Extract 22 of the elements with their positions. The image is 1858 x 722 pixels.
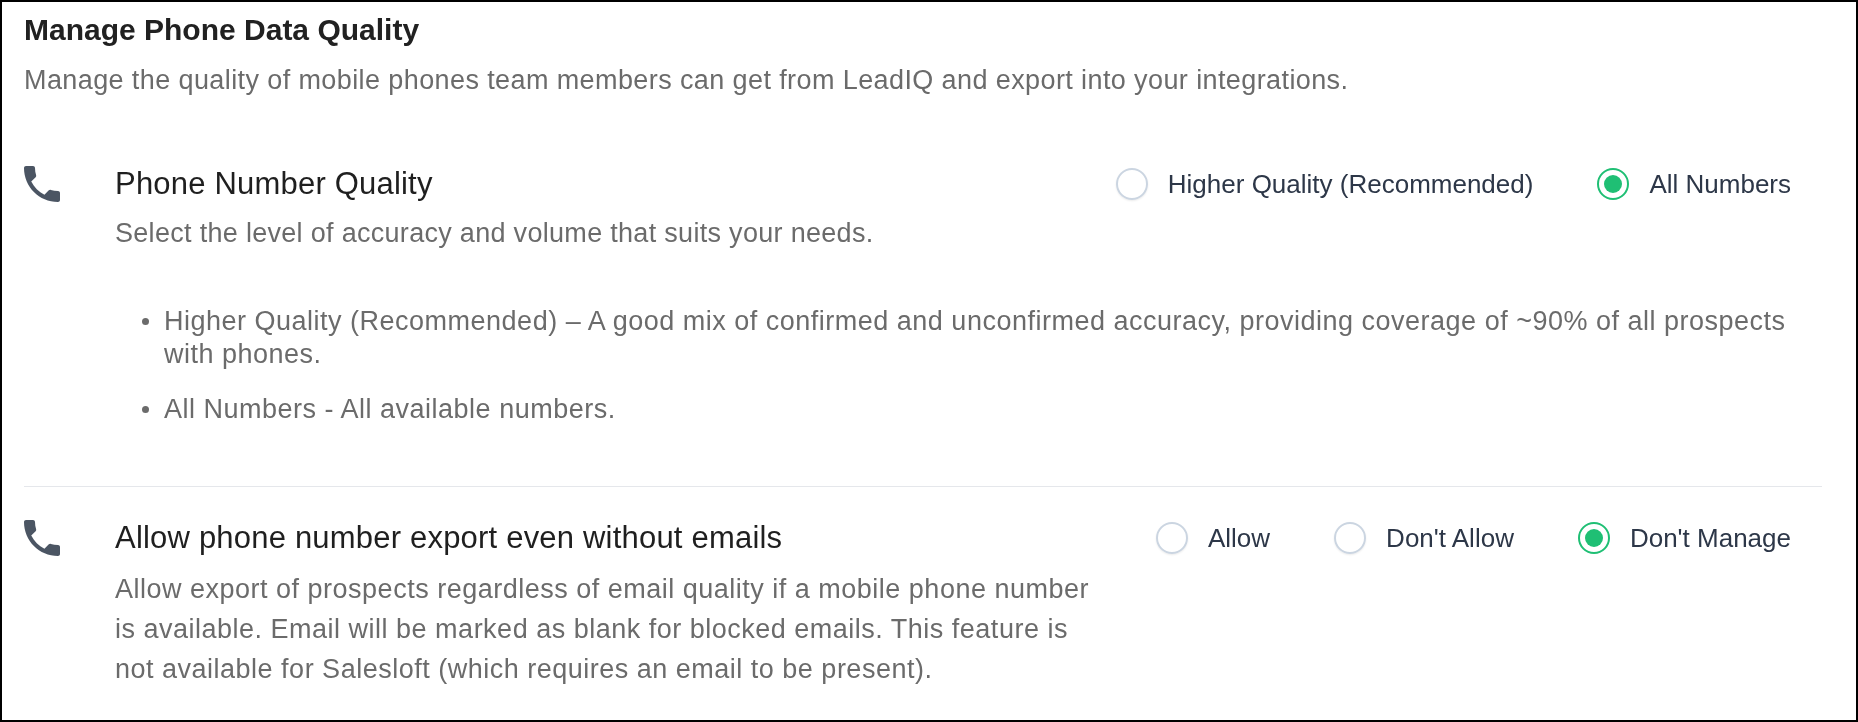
radio-option[interactable]: Higher Quality (Recommended) bbox=[1115, 167, 1534, 201]
setting-description: Allow export of prospects regardless of email quality if a mobile phone number is available. Email will be marked as blank for blocked emails. This feature is not available for Salesloft (which requires an email to be present). bbox=[115, 573, 1090, 686]
note-text: All Numbers - All available numbers. bbox=[164, 393, 616, 426]
phone-icon bbox=[24, 166, 60, 202]
radio-icon[interactable] bbox=[1577, 522, 1610, 554]
setting-title: Allow phone number export even without emails bbox=[115, 519, 783, 557]
phone-icon bbox=[24, 520, 60, 556]
setting-description: Select the level of accuracy and volume that suits your needs. bbox=[115, 217, 874, 250]
radio-option[interactable]: Don't Manage bbox=[1577, 521, 1791, 555]
radio-icon[interactable] bbox=[1334, 522, 1367, 554]
radio-option[interactable]: Allow bbox=[1155, 521, 1271, 555]
radio-icon[interactable] bbox=[1115, 168, 1148, 200]
bullet-icon bbox=[142, 406, 149, 413]
radio-icon[interactable] bbox=[1155, 522, 1188, 554]
radio-option[interactable]: All Numbers bbox=[1597, 167, 1791, 201]
bullet-icon bbox=[142, 318, 149, 325]
radio-option[interactable]: Don't Allow bbox=[1334, 521, 1514, 555]
note-text: Higher Quality (Recommended) – A good mix of confirmed and unconfirmed accuracy, providing coverage of ~90% of all prospects with phones. bbox=[164, 305, 1787, 371]
page-title: Manage Phone Data Quality bbox=[24, 12, 420, 48]
radio-icon[interactable] bbox=[1597, 168, 1630, 200]
setting-title: Phone Number Quality bbox=[115, 165, 433, 203]
page-subtitle: Manage the quality of mobile phones team members can get from LeadIQ and export into your integrations. bbox=[24, 64, 1349, 97]
